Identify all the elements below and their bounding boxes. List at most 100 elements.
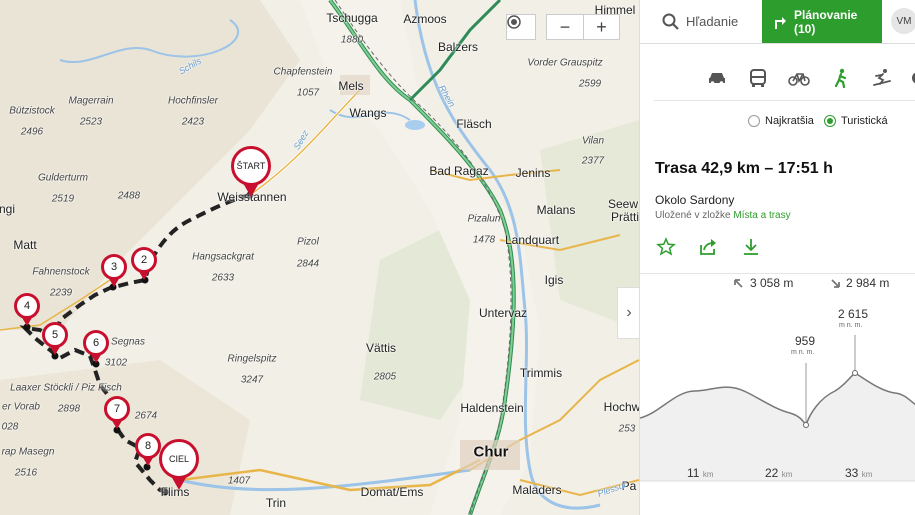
- zoom-in-button[interactable]: +: [583, 14, 620, 40]
- peak-label: er Vorab: [2, 401, 40, 413]
- place-label: Domat/Ems: [360, 485, 424, 499]
- mode-ski[interactable]: [870, 66, 894, 90]
- peak-label: Chapfenstein: [273, 66, 333, 78]
- axis-tick: 33 km: [845, 466, 873, 480]
- zoom-out-button[interactable]: −: [546, 14, 584, 40]
- peak-label: Vorder Grauspitz: [527, 57, 603, 69]
- panel-tabs: Hľadanie Plánovanie (10): [640, 0, 915, 44]
- tab-search[interactable]: Hľadanie: [640, 0, 762, 43]
- place-label: Igis: [544, 273, 564, 287]
- place-label: Malans: [536, 203, 576, 217]
- collapse-panel-button[interactable]: ›: [617, 287, 640, 339]
- waypoint-pin[interactable]: 8: [135, 433, 161, 466]
- radio-dot: [824, 115, 836, 127]
- place-label: Matt: [13, 238, 37, 252]
- mode-more[interactable]: [910, 66, 915, 90]
- elevation-label: 2674: [134, 410, 158, 422]
- route-name: Okolo Sardony: [655, 193, 735, 207]
- side-panel: Hľadanie Plánovanie (10) VM Najkratšia T…: [639, 0, 915, 515]
- place-label: Haldenstein: [460, 401, 524, 415]
- elevation-label: 2523: [79, 116, 103, 128]
- map[interactable]: Tschugga 1880 Azmoos Himmel Balzers Vord…: [0, 0, 639, 515]
- elevation-label: 2633: [211, 272, 235, 284]
- radio-touristic-label: Turistická: [841, 115, 888, 127]
- peak-label: rap Masegn: [1, 446, 55, 458]
- turn-arrow-icon: [775, 16, 786, 29]
- peak-label: Gulderturm: [37, 172, 89, 184]
- locate-icon: [507, 15, 521, 29]
- place-label: Jenins: [515, 166, 551, 180]
- peak-label: Magerrain: [68, 95, 114, 107]
- avatar[interactable]: VM: [891, 8, 915, 34]
- waypoint-pin[interactable]: 5: [42, 322, 68, 355]
- descent-icon: [831, 279, 840, 288]
- share-icon: [700, 239, 716, 255]
- peak-label: Fahnenstock: [32, 266, 90, 278]
- elevation-label: 2599: [578, 78, 602, 90]
- route-end-pin[interactable]: CIEL: [159, 439, 199, 490]
- bicycle-icon: [788, 73, 810, 86]
- waypoint-pin[interactable]: 2: [131, 247, 157, 280]
- mode-bus[interactable]: [746, 66, 770, 90]
- axis-tick: 22 km: [765, 466, 793, 480]
- elevation-profile[interactable]: 3 058 m 2 984 m 959 m n. m. 2 615 m n. m…: [640, 273, 915, 515]
- peak-label: Ringelspitz: [227, 353, 277, 365]
- waypoint-pin[interactable]: 3: [101, 254, 127, 287]
- radio-touristic[interactable]: Turistická: [824, 115, 888, 127]
- mode-car[interactable]: [705, 66, 729, 90]
- elevation-label: 1057: [296, 87, 320, 99]
- share-button[interactable]: [698, 237, 718, 257]
- hiking-icon: [834, 68, 847, 88]
- waypoint-pin[interactable]: 7: [104, 396, 130, 429]
- place-label: Untervaz: [478, 306, 528, 320]
- tab-planning-label: Plánovanie (10): [794, 7, 858, 36]
- route-start-pin[interactable]: ŠTART: [231, 146, 271, 197]
- place-label: Prätti: [610, 210, 639, 224]
- mode-bicycle[interactable]: [787, 66, 811, 90]
- elevation-label: 2516: [14, 467, 38, 479]
- elevation-label: 2239: [49, 287, 73, 299]
- peak-label: Bützistock: [9, 105, 55, 117]
- transport-modes: [640, 66, 915, 92]
- elevation-label: 028: [1, 421, 19, 433]
- bus-icon: [750, 69, 766, 87]
- place-label: Azmoos: [403, 12, 447, 26]
- lowest-point-value: 959: [795, 334, 816, 348]
- highest-point-unit: m n. m.: [839, 322, 863, 329]
- more-icon: [912, 72, 915, 84]
- place-label: Bad Ragaz: [429, 164, 489, 178]
- peak-label: Pizol: [297, 236, 319, 248]
- peak-label: Hangsackgrat: [192, 251, 254, 263]
- favorite-button[interactable]: [656, 237, 676, 257]
- search-icon: [662, 13, 679, 30]
- elevation-label: 253: [618, 423, 636, 435]
- place-label: Hochw: [603, 400, 639, 414]
- star-icon: [656, 237, 676, 256]
- place-label-chur: Chur: [473, 443, 509, 461]
- waypoint-pin[interactable]: 6: [83, 330, 109, 363]
- peak-label: Hochfinsler: [167, 95, 219, 107]
- download-icon: [744, 239, 758, 255]
- elevation-label: 3247: [240, 374, 264, 386]
- car-icon: [709, 73, 725, 85]
- elevation-label: 2377: [581, 155, 605, 167]
- saved-prefix: Uložené v zložke: [655, 210, 731, 221]
- locate-button[interactable]: [506, 14, 536, 40]
- waypoint-pin[interactable]: 4: [14, 293, 40, 326]
- place-label: Wangs: [349, 106, 387, 120]
- elevation-label: 2898: [57, 403, 81, 415]
- radio-dot: [748, 115, 760, 127]
- place-label: Landquart: [504, 233, 560, 247]
- place-label: Fläsch: [456, 117, 492, 131]
- download-button[interactable]: [741, 237, 761, 257]
- descent-value: 2 984 m: [846, 276, 890, 290]
- mode-hiking[interactable]: [829, 66, 853, 90]
- place-label: Seew: [607, 197, 639, 211]
- elevation-label: 1880: [340, 34, 364, 46]
- radio-shortest[interactable]: Najkratšia: [748, 115, 814, 127]
- elevation-label: 2844: [296, 258, 320, 270]
- saved-folder-link[interactable]: Místa a trasy: [733, 210, 790, 221]
- elevation-label: 2519: [51, 193, 75, 205]
- elevation-label: 2805: [373, 371, 397, 383]
- tab-planning[interactable]: Plánovanie (10): [762, 0, 882, 43]
